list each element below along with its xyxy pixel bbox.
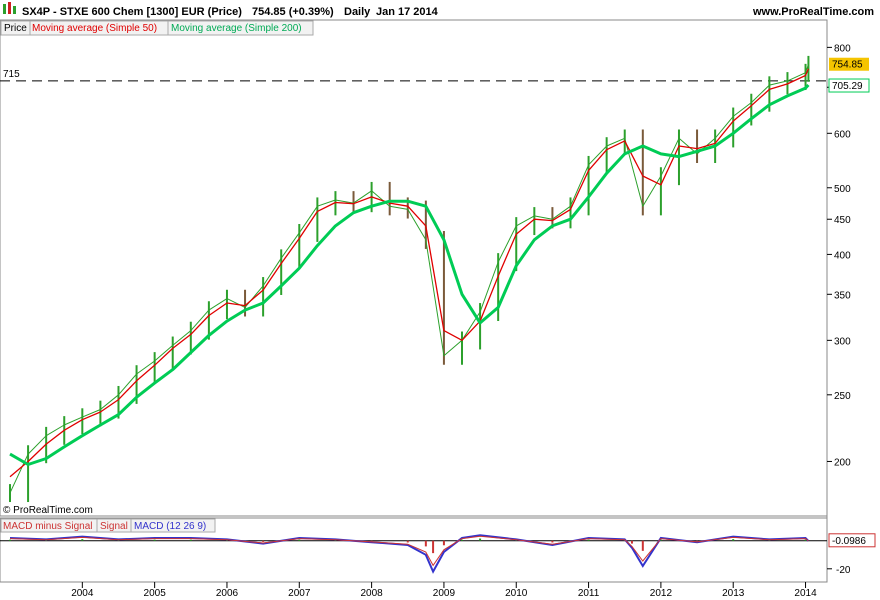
macd-macd-label: MACD (12 26 9): [134, 521, 206, 532]
main-plot-area[interactable]: [0, 19, 828, 517]
x-tick-label: 2013: [722, 588, 745, 599]
quote-change: 754.85 (+0.39%): [252, 6, 334, 18]
y-tick-label: 800: [834, 43, 851, 54]
price-chart[interactable]: SX4P - STXE 600 Chem [1300] EUR (Price) …: [0, 0, 880, 600]
y-tick-label: 300: [834, 336, 851, 347]
x-tick-label: 2009: [433, 588, 456, 599]
macd-signal-label: Signal: [100, 521, 128, 532]
legend-ma200-label: Moving average (Simple 200): [171, 23, 302, 34]
y-tick-label: 350: [834, 290, 851, 301]
y-tick-label: 200: [834, 457, 851, 468]
ma200-value-label: 705.29: [832, 81, 863, 92]
x-tick-label: 2007: [288, 588, 311, 599]
y-tick-label: 600: [834, 129, 851, 140]
last-price-label: 754.85: [832, 60, 863, 71]
legend-price-label: Price: [4, 23, 27, 34]
x-tick-label: 2014: [794, 588, 817, 599]
macd-legend-tabs: MACD minus Signal Signal MACD (12 26 9): [0, 518, 216, 533]
date-label: Jan 17 2014: [376, 6, 439, 18]
copyright-label: © ProRealTime.com: [3, 505, 93, 516]
hline-label: 715: [3, 69, 20, 80]
y-tick-label: 250: [834, 391, 851, 402]
x-tick-label: 2004: [71, 588, 94, 599]
macd-hist-label: MACD minus Signal: [3, 521, 92, 532]
y-axis: 200250300350400450500600700800754.85705.…: [827, 43, 870, 468]
x-tick-label: 2012: [650, 588, 673, 599]
instrument-title: SX4P - STXE 600 Chem [1300] EUR (Price): [22, 6, 242, 18]
x-tick-label: 2005: [144, 588, 167, 599]
site-url: www.ProRealTime.com: [752, 6, 874, 18]
period-label: Daily: [344, 6, 371, 18]
x-tick-label: 2010: [505, 588, 528, 599]
y-tick-label: 400: [834, 250, 851, 261]
legend-ma50-label: Moving average (Simple 50): [32, 23, 157, 34]
x-tick-label: 2008: [360, 588, 383, 599]
x-tick-label: 2006: [216, 588, 239, 599]
y-tick-label: 450: [834, 215, 851, 226]
x-axis: 2004 2005 2006 2007 2008 2009 2010 2011 2012 2013…: [71, 582, 817, 599]
legend-tabs: Price Moving average (Simple 50) Moving …: [0, 20, 314, 36]
x-tick-label: 2011: [578, 588, 600, 599]
macd-y-tick-label: -20: [836, 565, 851, 576]
y-tick-label: 500: [834, 184, 851, 195]
macd-value-label: -0.0986: [832, 536, 866, 547]
